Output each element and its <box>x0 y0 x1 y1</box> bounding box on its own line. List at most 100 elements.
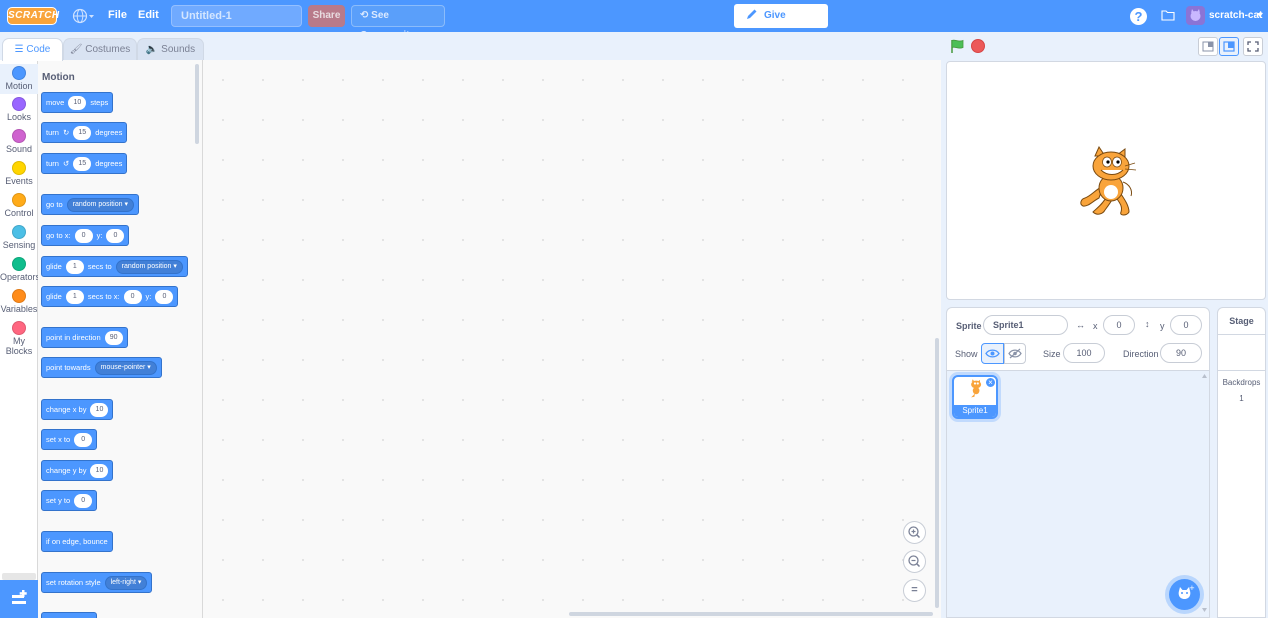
tab-costumes[interactable]: 🖌 Costumes <box>63 38 137 61</box>
block-point-in-direction[interactable]: point in direction 90 <box>41 327 128 348</box>
block-dropdown[interactable]: random position ▾ <box>115 259 183 274</box>
scratch-logo[interactable]: SCRATCH <box>7 7 59 25</box>
category-control[interactable]: Control <box>0 193 38 218</box>
block-number-input[interactable]: 15 <box>73 125 92 140</box>
direction-input[interactable]: 90 <box>1160 343 1202 363</box>
block-text: steps <box>90 98 109 107</box>
project-title-input[interactable]: Untitled-1 <box>171 5 302 27</box>
delete-sprite-icon[interactable]: × <box>985 377 996 388</box>
share-button[interactable]: Share <box>308 5 345 27</box>
globe-icon[interactable] <box>72 8 94 24</box>
zoom-out-button[interactable] <box>903 550 926 573</box>
block-text: y: <box>145 292 152 301</box>
category-motion[interactable]: Motion <box>0 64 38 94</box>
block-go-to[interactable]: go to random position ▾ <box>41 194 139 215</box>
green-flag-icon[interactable] <box>950 39 965 53</box>
show-label: Show <box>955 349 978 359</box>
block-glide-to[interactable]: glide 1 secs to random position ▾ <box>41 256 188 277</box>
block-text: degrees <box>95 128 123 137</box>
zoom-in-button[interactable] <box>903 521 926 544</box>
sensing-dot-icon <box>12 225 26 239</box>
block-turn-left[interactable]: turn ↺ 15 degrees <box>41 153 128 174</box>
block-number-input[interactable]: 0 <box>74 493 93 508</box>
block-y-input[interactable]: 0 <box>106 228 125 243</box>
block-move-steps[interactable]: move 10 steps <box>41 92 114 113</box>
block-y-input[interactable]: 0 <box>155 289 174 304</box>
block-if-on-edge-bounce[interactable]: if on edge, bounce <box>41 531 113 552</box>
zoom-reset-button[interactable]: = <box>903 579 926 602</box>
fullscreen-button[interactable] <box>1243 37 1263 56</box>
stage-canvas[interactable] <box>946 61 1266 300</box>
block-set-x[interactable]: set x to 0 <box>41 429 98 450</box>
tab-sounds[interactable]: 🔈 Sounds <box>137 38 204 61</box>
block-dropdown[interactable]: left-right ▾ <box>104 575 148 590</box>
sprite-name-input[interactable]: Sprite1 <box>983 315 1068 335</box>
category-sound[interactable]: Sound <box>0 129 38 154</box>
block-number-input[interactable]: 1 <box>65 259 84 274</box>
block-text: go to <box>46 200 63 209</box>
hide-sprite-button[interactable] <box>1004 343 1026 364</box>
workspace-horizontal-scrollbar[interactable] <box>569 612 933 616</box>
block-turn-right[interactable]: turn ↻ 15 degrees <box>41 122 128 143</box>
palette-scrollbar[interactable] <box>195 64 199 144</box>
block-point-towards[interactable]: point towards mouse-pointer ▾ <box>41 357 162 378</box>
user-avatar[interactable] <box>1186 6 1205 25</box>
fullscreen-icon <box>1247 41 1259 52</box>
give-feedback-button[interactable]: Give Feedback <box>734 4 828 45</box>
block-number-input[interactable]: 10 <box>90 402 109 417</box>
block-text: set x to <box>46 435 71 444</box>
block-dropdown-value: mouse-pointer <box>100 363 146 371</box>
folder-icon[interactable] <box>1161 10 1175 21</box>
cat-sprite-icon[interactable] <box>1073 146 1141 218</box>
add-extension-button[interactable] <box>0 580 38 618</box>
small-stage-button[interactable] <box>1198 37 1218 56</box>
block-x-input[interactable]: 0 <box>123 289 142 304</box>
block-change-x[interactable]: change x by 10 <box>41 399 114 420</box>
block-partial[interactable] <box>41 612 97 618</box>
block-number-input[interactable]: 0 <box>74 432 93 447</box>
block-x-input[interactable]: 0 <box>74 228 93 243</box>
block-number-input[interactable]: 1 <box>65 289 84 304</box>
block-number-input[interactable]: 15 <box>73 156 92 171</box>
username[interactable]: scratch-cat <box>1209 10 1262 21</box>
block-number-input[interactable]: 10 <box>90 463 109 478</box>
tab-code[interactable]: ☰ Code <box>2 38 63 61</box>
stage-thumbnail[interactable] <box>1218 335 1265 371</box>
show-sprite-button[interactable] <box>981 343 1004 364</box>
stop-icon[interactable] <box>971 39 985 53</box>
category-operators[interactable]: Operators <box>0 257 40 282</box>
help-icon[interactable]: ? <box>1130 8 1147 25</box>
code-workspace[interactable] <box>203 60 941 618</box>
category-my-blocks[interactable]: My Blocks <box>0 321 38 356</box>
block-set-y[interactable]: set y to 0 <box>41 490 98 511</box>
category-events[interactable]: Events <box>0 161 38 186</box>
size-input[interactable]: 100 <box>1063 343 1105 363</box>
block-change-y[interactable]: change y by 10 <box>41 460 114 481</box>
category-label: Control <box>4 208 34 218</box>
block-set-rotation-style[interactable]: set rotation style left-right ▾ <box>41 572 153 593</box>
block-dropdown[interactable]: mouse-pointer ▾ <box>94 360 157 375</box>
variables-dot-icon <box>12 289 26 303</box>
normal-stage-button[interactable] <box>1219 37 1239 56</box>
x-position-input[interactable]: 0 <box>1103 315 1135 335</box>
block-number-input[interactable]: 90 <box>104 330 123 345</box>
block-dropdown[interactable]: random position ▾ <box>66 197 134 212</box>
stage-target-panel[interactable]: Stage Backdrops 1 <box>1217 307 1266 618</box>
workspace-vertical-scrollbar[interactable] <box>935 338 939 608</box>
palette-horizontal-scrollbar[interactable] <box>2 573 36 580</box>
y-arrows-icon: ↕ <box>1145 319 1150 329</box>
edit-menu[interactable]: Edit <box>138 9 159 21</box>
y-position-input[interactable]: 0 <box>1170 315 1202 335</box>
category-variables[interactable]: Variables <box>0 289 38 314</box>
category-label: Sound <box>5 144 33 154</box>
category-looks[interactable]: Looks <box>0 97 38 122</box>
sprite-list-scrollbar[interactable] <box>1201 372 1208 614</box>
see-community-button[interactable]: ⟲ See Community <box>351 5 445 41</box>
chevron-down-icon[interactable] <box>1257 13 1263 17</box>
block-glide-to-xy[interactable]: glide 1 secs to x: 0 y: 0 <box>41 286 179 307</box>
block-number-input[interactable]: 10 <box>68 95 87 110</box>
add-sprite-button[interactable]: + <box>1169 579 1200 610</box>
category-sensing[interactable]: Sensing <box>0 225 38 250</box>
block-go-to-xy[interactable]: go to x: 0 y: 0 <box>41 225 130 246</box>
file-menu[interactable]: File <box>108 9 127 21</box>
